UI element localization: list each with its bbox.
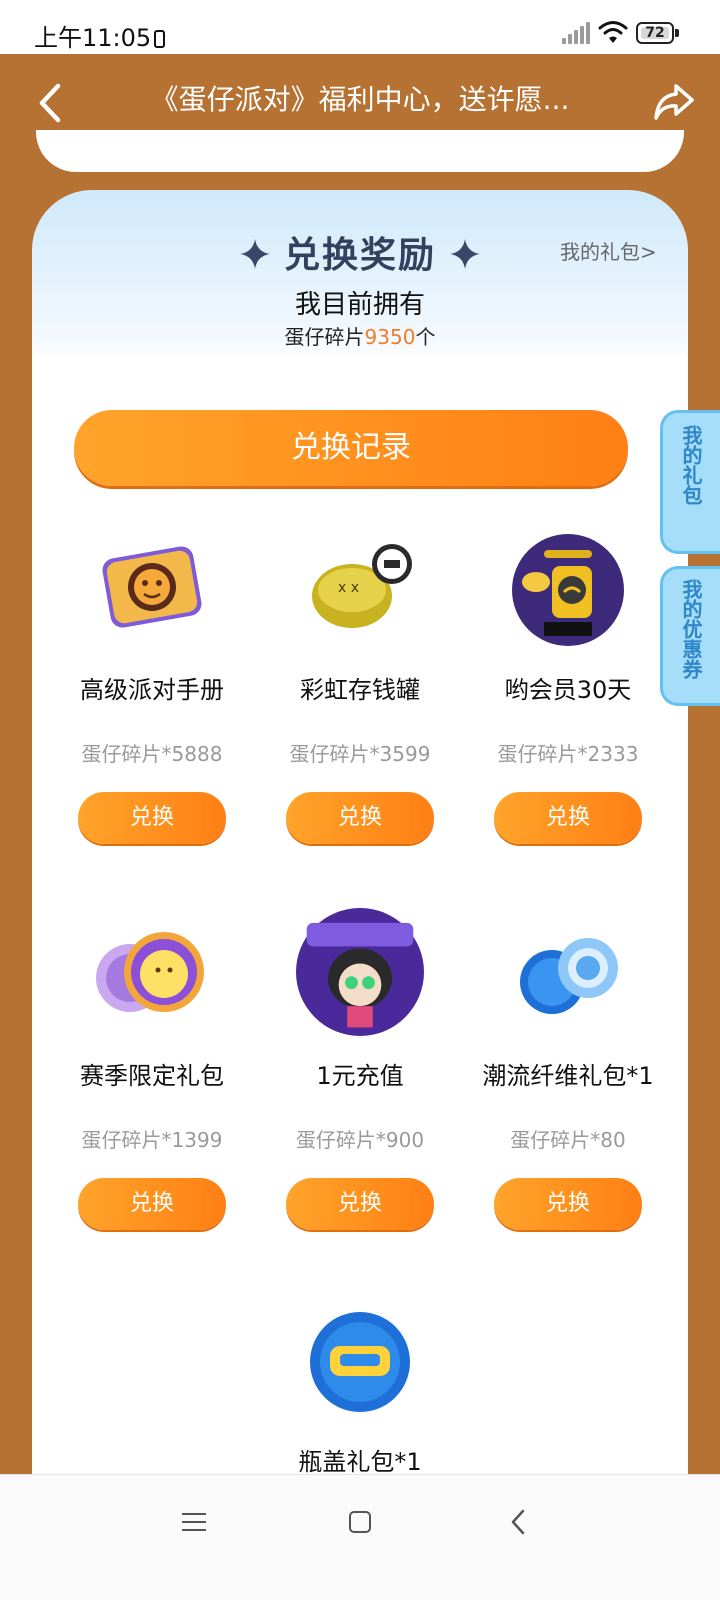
item-price: 蛋仔碎片*2333 bbox=[497, 742, 639, 766]
side-tab-label: 我的优惠券 bbox=[679, 579, 703, 679]
share-icon[interactable] bbox=[652, 80, 696, 124]
season-pack-icon bbox=[96, 932, 204, 1012]
item-price: 蛋仔碎片*80 bbox=[510, 1128, 626, 1152]
side-tab-label: 我的礼包 bbox=[679, 425, 703, 505]
back-nav-icon[interactable] bbox=[510, 1509, 526, 1535]
reward-item: 哟会员30天 蛋仔碎片*2333 兑换 bbox=[468, 520, 668, 900]
party-handbook-icon bbox=[102, 546, 202, 628]
piggy-bank-icon: x x bbox=[312, 544, 412, 628]
item-name: 彩虹存钱罐 bbox=[300, 676, 420, 704]
signal-icon bbox=[562, 22, 592, 44]
item-name: 高级派对手册 bbox=[80, 676, 224, 704]
exchange-record-button[interactable]: 兑换记录 bbox=[74, 410, 628, 486]
exchange-reward-card: 兑换奖励 我的礼包> 我目前拥有 蛋仔碎片9350个 兑换记录 高级派对手册 蛋… bbox=[32, 190, 688, 1510]
item-name: 哟会员30天 bbox=[504, 676, 632, 704]
item-price: 蛋仔碎片*3599 bbox=[289, 742, 431, 766]
battery-icon: 72 bbox=[636, 22, 674, 44]
section-title-text: 兑换奖励 bbox=[283, 235, 436, 276]
recharge-icon bbox=[296, 908, 424, 1036]
notification-icon bbox=[154, 30, 166, 48]
battery-tip bbox=[675, 29, 679, 37]
system-navigation-bar bbox=[0, 1474, 720, 1600]
back-icon[interactable] bbox=[30, 80, 70, 126]
item-price: 蛋仔碎片*1399 bbox=[81, 1128, 223, 1152]
exchange-button[interactable]: 兑换 bbox=[286, 1178, 434, 1230]
fiber-pack-icon bbox=[520, 938, 618, 1014]
owned-count: 9350 bbox=[364, 325, 416, 349]
home-icon[interactable] bbox=[349, 1511, 371, 1533]
item-name: 潮流纤维礼包*1 bbox=[482, 1062, 654, 1090]
status-time: 上午11:05 bbox=[34, 18, 166, 53]
reward-item: x x 彩虹存钱罐 蛋仔碎片*3599 兑换 bbox=[260, 520, 460, 900]
bottle-cap-icon bbox=[310, 1312, 410, 1412]
exchange-button[interactable]: 兑换 bbox=[286, 792, 434, 844]
item-name: 1元充值 bbox=[316, 1062, 404, 1090]
sparkle-icon bbox=[239, 239, 270, 269]
wifi-icon bbox=[598, 21, 628, 43]
menu-icon[interactable] bbox=[182, 1511, 206, 1533]
reward-item: 潮流纤维礼包*1 蛋仔碎片*80 兑换 bbox=[468, 906, 668, 1286]
sparkle-icon bbox=[450, 239, 480, 269]
side-tab-my-gifts[interactable]: 我的礼包 bbox=[660, 410, 720, 554]
item-name: 赛季限定礼包 bbox=[80, 1062, 224, 1090]
owned-label: 我目前拥有 bbox=[294, 290, 425, 320]
exchange-button[interactable]: 兑换 bbox=[78, 792, 226, 844]
owned-prefix: 蛋仔碎片 bbox=[284, 325, 365, 349]
owned-suffix: 个 bbox=[415, 325, 436, 349]
vip-membership-icon bbox=[512, 534, 624, 646]
item-price: 蛋仔碎片*900 bbox=[295, 1128, 425, 1152]
item-price: 蛋仔碎片*5888 bbox=[81, 742, 223, 766]
reward-item: 高级派对手册 蛋仔碎片*5888 兑换 bbox=[52, 520, 252, 900]
my-gift-link[interactable]: 我的礼包> bbox=[560, 236, 657, 265]
reward-item: 1元充值 蛋仔碎片*900 兑换 bbox=[260, 906, 460, 1286]
exchange-button[interactable]: 兑换 bbox=[494, 792, 642, 844]
status-bar: 上午11:05 72 bbox=[0, 0, 720, 54]
exchange-button[interactable]: 兑换 bbox=[78, 1178, 226, 1230]
previous-card bbox=[36, 130, 684, 172]
exchange-button[interactable]: 兑换 bbox=[494, 1178, 642, 1230]
svg-text:x x: x x bbox=[338, 580, 359, 596]
side-tab-my-coupons[interactable]: 我的优惠券 bbox=[660, 566, 720, 706]
page-title: 《蛋仔派对》福利中心，送许愿... bbox=[150, 83, 570, 116]
owned-balance: 蛋仔碎片9350个 bbox=[32, 321, 688, 350]
reward-item: 赛季限定礼包 蛋仔碎片*1399 兑换 bbox=[52, 906, 252, 1286]
battery-level: 72 bbox=[641, 26, 669, 40]
